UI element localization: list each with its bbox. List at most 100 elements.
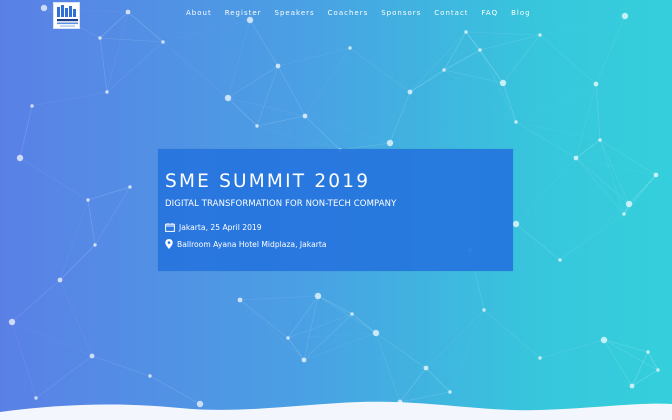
hero-card: SME SUMMIT 2019 DIGITAL TRANSFORMATION F… [158,149,513,271]
network-link [425,309,485,369]
network-link [287,337,305,361]
event-venue-row: Ballroom Ayana Hotel Midplaza, Jakarta [165,239,326,249]
network-node [275,63,281,69]
network-link [603,339,649,353]
network-node [464,30,468,34]
network-link [277,47,351,67]
network-node [224,94,232,102]
network-node [646,350,650,354]
network-link [443,49,481,71]
network-link [559,203,630,261]
network-link [599,139,625,215]
network-node [16,154,24,162]
network-node [512,220,520,228]
network-node [629,383,635,389]
network-node [93,243,97,247]
network-link [409,31,467,93]
network-link [465,31,504,84]
nav-coachers[interactable]: Coachers [328,9,369,17]
network-link [239,295,319,301]
network-link [59,244,96,281]
network-node [538,33,542,37]
network-link [277,65,306,117]
network-link [539,15,626,36]
network-node [237,297,243,303]
network-link [425,367,451,393]
network-link [19,157,89,201]
network-link [287,332,377,339]
network-node [514,120,518,124]
nav-about[interactable]: About [186,9,212,17]
network-node [482,308,486,312]
site-logo[interactable] [53,2,80,29]
network-link [623,174,657,215]
network-node [286,336,290,340]
network-link [162,19,251,43]
network-node [573,155,579,161]
network-link [87,186,131,201]
network-link [317,295,353,315]
network-link [483,309,541,359]
network-node [600,336,608,344]
network-node [40,4,48,12]
network-link [287,313,353,339]
nav-sponsors[interactable]: Sponsors [381,9,421,17]
network-node [348,46,352,50]
network-link [162,41,229,99]
network-link [227,97,306,117]
network-link [515,83,597,123]
network-link [303,332,377,361]
network-link [31,91,108,107]
network-link [443,31,467,71]
network-node [423,365,429,371]
network-node [314,292,322,300]
network-link [595,83,601,141]
network-link [227,97,258,127]
network-link [515,121,601,141]
network-node [301,357,307,363]
network-link [256,115,306,127]
network-link [19,105,33,159]
network-link [91,355,151,377]
network-link [375,332,427,369]
nav-contact[interactable]: Contact [434,9,468,17]
network-node [621,12,629,20]
network-link [502,34,541,84]
logo-mark [57,5,78,27]
network-link [87,199,96,246]
network-node [86,198,90,202]
network-node [57,277,63,283]
network-link [559,213,625,261]
network-link [106,11,129,93]
network-link [628,174,657,205]
network-node [656,368,660,372]
network-node [407,89,413,95]
map-pin-icon [165,239,173,249]
network-link [465,31,541,36]
network-node [302,113,308,119]
network-link [502,82,517,123]
network-node [386,139,394,147]
network-node [442,68,446,72]
hero-subtitle: DIGITAL TRANSFORMATION FOR NON-TECH COMP… [165,199,397,209]
calendar-icon [165,223,175,232]
event-date: Jakarta, 25 April 2019 [179,223,262,232]
network-node [148,374,152,378]
network-link [127,11,164,43]
network-link [303,313,353,361]
nav-faq[interactable]: FAQ [482,9,499,17]
network-node [538,356,542,360]
network-link [575,83,597,159]
nav-blog[interactable]: Blog [511,9,530,17]
network-link [479,34,541,51]
nav-speakers[interactable]: Speakers [275,9,315,17]
network-link [399,367,427,403]
network-link [389,91,411,144]
network-node [598,138,602,142]
network-node [653,172,659,178]
nav-register[interactable]: Register [225,9,262,17]
network-link [317,295,377,334]
network-node [372,329,380,337]
network-node [558,258,562,262]
event-venue: Ballroom Ayana Hotel Midplaza, Jakarta [177,239,327,249]
